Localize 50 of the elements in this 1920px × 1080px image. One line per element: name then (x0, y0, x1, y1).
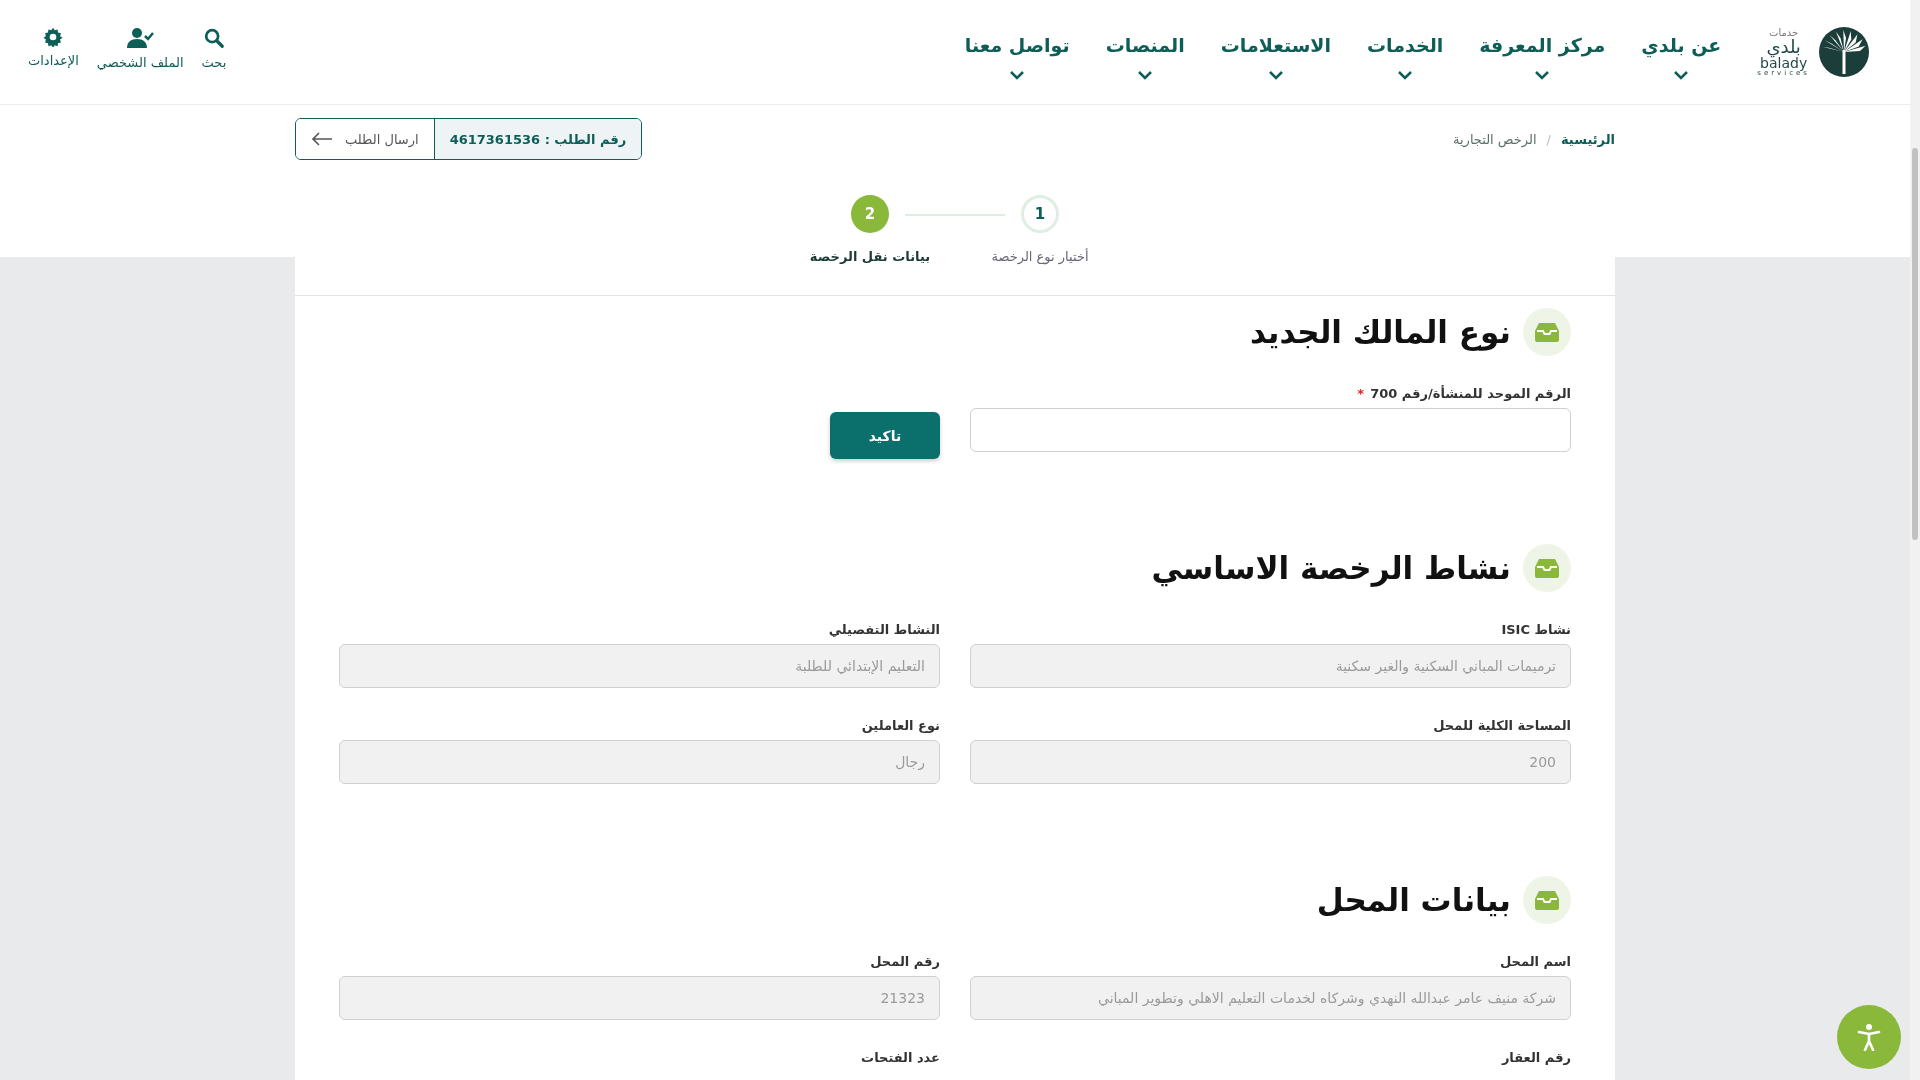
chevron-down-icon (1673, 70, 1690, 80)
arrow-left-icon (311, 132, 333, 146)
tray-icon (1534, 890, 1560, 910)
field-label: النشاط التفصيلي (828, 622, 940, 637)
breadcrumb-link[interactable]: الرئيسية (1560, 131, 1615, 147)
section-title: نوع المالك الجديد (1249, 314, 1511, 350)
step-label: أختيار نوع الرخصة (991, 249, 1089, 264)
step-circle: 2 (851, 195, 889, 233)
profile-button[interactable]: الملف الشخصي (96, 26, 184, 70)
settings-button[interactable]: الإعدادات (28, 26, 79, 70)
scrollbar-thumb[interactable] (1912, 148, 1918, 540)
chevron-down-icon (1267, 70, 1284, 80)
user-check-icon (126, 26, 155, 49)
field-label: رقم المحل (870, 954, 940, 969)
logo-text: بلدي (1766, 37, 1801, 56)
input-field[interactable] (970, 408, 1571, 452)
nav-menu-item[interactable]: تواصل معنا (964, 34, 1070, 80)
step-label: بيانات نقل الرخصة (809, 249, 931, 264)
settings-icon (43, 26, 64, 47)
field-label: اسم المحل (1500, 954, 1571, 969)
chevron-down-icon (1534, 70, 1551, 80)
field-label: المساحة الكلية للمحل (1433, 718, 1571, 733)
breadcrumb-link[interactable]: الرخص التجارية (1453, 131, 1537, 147)
nav-menu-item[interactable]: مركز المعرفة (1479, 34, 1606, 80)
field-label: رقم العقار (1501, 1050, 1571, 1065)
logo-text: خدمات (1769, 27, 1799, 38)
chevron-down-icon (1137, 70, 1154, 80)
nav-menu-item[interactable]: الخدمات (1367, 34, 1444, 80)
section-title: نشاط الرخصة الاساسي (1151, 550, 1511, 586)
search-icon (202, 26, 225, 49)
chevron-down-icon (1397, 70, 1414, 80)
section-title: بيانات المحل (1316, 882, 1511, 918)
request-number: رقم الطلب : 4617361536 (433, 119, 642, 159)
field-label: نشاط ISIC (1501, 622, 1571, 637)
accessibility-icon (1857, 1023, 1881, 1051)
nav-menu-item[interactable]: الاستعلامات (1220, 34, 1331, 80)
field-label: الرقم الموحد للمنشأة/رقم 700 (1370, 386, 1571, 401)
breadcrumb-separator: / (1546, 131, 1551, 147)
nav-menu-item[interactable]: عن بلدي (1641, 34, 1722, 80)
required-mark: * (1357, 386, 1365, 401)
field-label: نوع العاملين (861, 718, 940, 733)
confirm-button[interactable]: تاكيد (830, 412, 940, 459)
step-circle: 1 (1021, 195, 1059, 233)
chevron-down-icon (1009, 70, 1026, 80)
tray-icon (1534, 558, 1560, 578)
field-label: عدد الفتحات (861, 1050, 940, 1065)
palm-emblem-icon (1818, 26, 1870, 78)
tray-icon (1534, 322, 1560, 342)
nav-menu-item[interactable]: المنصات (1105, 34, 1185, 80)
search-button[interactable]: بحث (201, 26, 227, 70)
